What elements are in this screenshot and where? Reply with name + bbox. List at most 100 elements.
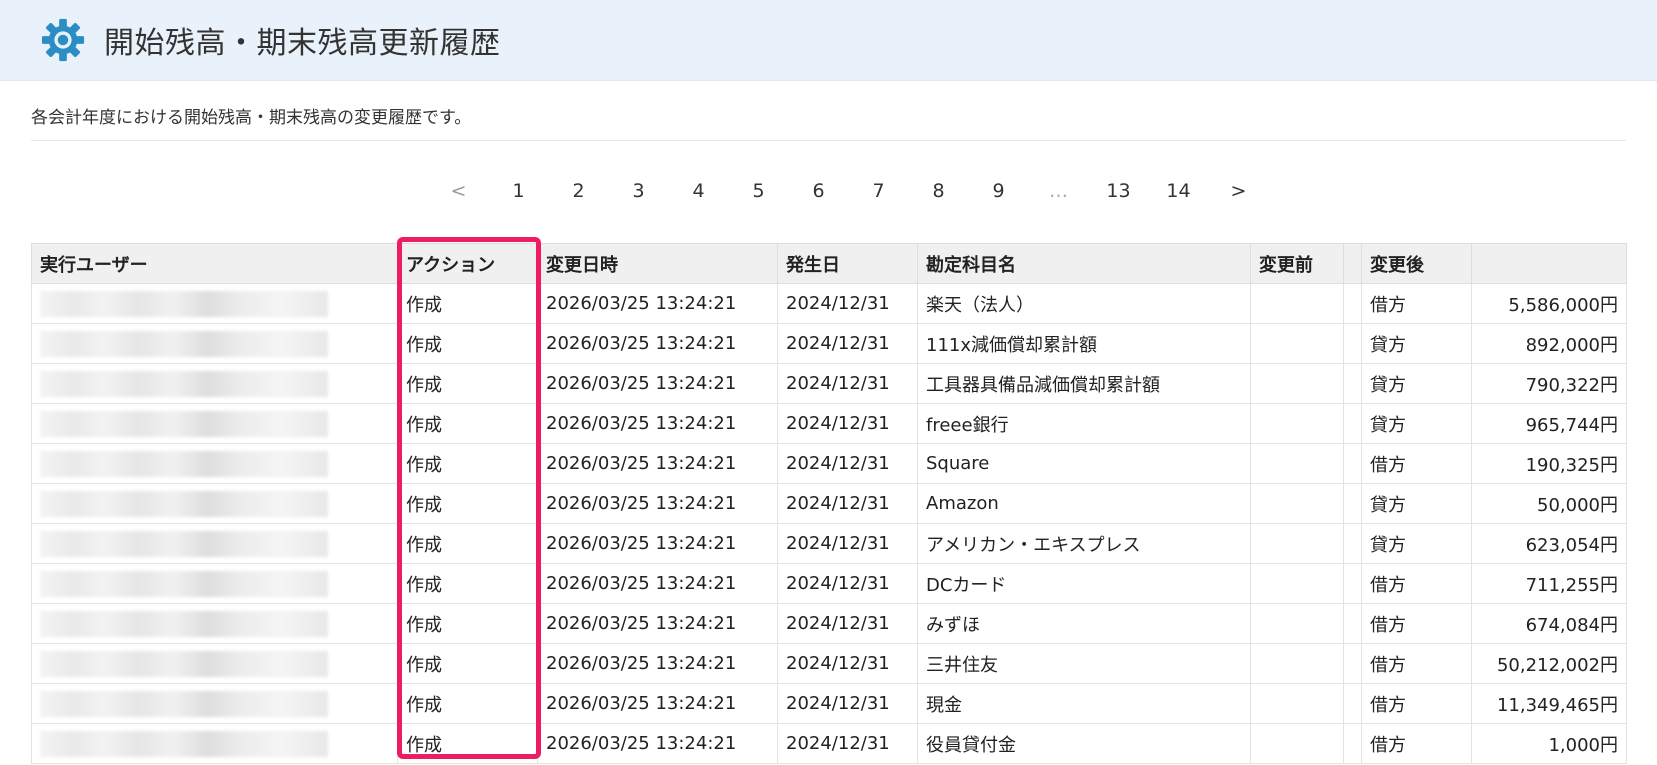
cell-datetime: 2026/03/25 13:24:21 <box>537 643 778 684</box>
cell-datetime: 2026/03/25 13:24:21 <box>537 443 778 484</box>
table-row: 作成 2026/03/25 13:24:21 2024/12/31 みずほ 借方 674,… <box>31 603 1627 644</box>
cell-before-sub <box>1343 483 1362 524</box>
col-header-date: 発生日 <box>777 243 918 284</box>
cell-user <box>31 323 398 364</box>
cell-date: 2024/12/31 <box>777 323 918 364</box>
col-header-user: 実行ユーザー <box>31 243 398 284</box>
redacted-user-name <box>40 330 328 357</box>
cell-before <box>1250 523 1344 564</box>
cell-date: 2024/12/31 <box>777 443 918 484</box>
redacted-user-name <box>40 410 328 437</box>
cell-datetime: 2026/03/25 13:24:21 <box>537 363 778 404</box>
cell-side: 借方 <box>1361 443 1472 484</box>
cell-date: 2024/12/31 <box>777 483 918 524</box>
col-header-datetime: 変更日時 <box>537 243 778 284</box>
cell-before <box>1250 683 1344 724</box>
cell-user <box>31 683 398 724</box>
cell-user <box>31 563 398 604</box>
cell-user <box>31 443 398 484</box>
cell-before-sub <box>1343 323 1362 364</box>
col-header-account: 勘定科目名 <box>917 243 1251 284</box>
table-row: 作成 2026/03/25 13:24:21 2024/12/31 工具器具備品減価償… <box>31 363 1627 404</box>
cell-amount: 965,744円 <box>1471 403 1627 444</box>
table-row: 作成 2026/03/25 13:24:21 2024/12/31 現金 借方 11,34… <box>31 683 1627 724</box>
cell-side: 借方 <box>1361 643 1472 684</box>
cell-account: Square <box>917 443 1251 484</box>
cell-account: 現金 <box>917 683 1251 724</box>
pagination-page-8[interactable]: 8 <box>909 180 969 202</box>
cell-side: 借方 <box>1361 563 1472 604</box>
cell-date: 2024/12/31 <box>777 563 918 604</box>
cell-action: 作成 <box>397 403 538 444</box>
cell-before <box>1250 483 1344 524</box>
cell-date: 2024/12/31 <box>777 403 918 444</box>
pagination-page-6[interactable]: 6 <box>789 180 849 202</box>
history-table: 実行ユーザー アクション 変更日時 発生日 勘定科目名 変更前 変更後 作成 20… <box>31 243 1627 764</box>
cell-before <box>1250 563 1344 604</box>
table-row: 作成 2026/03/25 13:24:21 2024/12/31 アメリカン・エキス… <box>31 523 1627 564</box>
cell-action: 作成 <box>397 323 538 364</box>
pagination-page-14[interactable]: 14 <box>1149 180 1209 202</box>
cell-before-sub <box>1343 683 1362 724</box>
pagination-page-2[interactable]: 2 <box>549 180 609 202</box>
table-header-row: 実行ユーザー アクション 変更日時 発生日 勘定科目名 変更前 変更後 <box>31 243 1627 284</box>
pagination-page-4[interactable]: 4 <box>669 180 729 202</box>
cell-account: 楽天（法人） <box>917 283 1251 324</box>
cell-before-sub <box>1343 723 1362 764</box>
cell-before <box>1250 723 1344 764</box>
pagination-page-13[interactable]: 13 <box>1089 180 1149 202</box>
cell-amount: 790,322円 <box>1471 363 1627 404</box>
cell-before-sub <box>1343 403 1362 444</box>
cell-amount: 1,000円 <box>1471 723 1627 764</box>
pagination-ellipsis: … <box>1049 180 1068 202</box>
cell-side: 貸方 <box>1361 523 1472 564</box>
cell-date: 2024/12/31 <box>777 643 918 684</box>
cell-side: 貸方 <box>1361 403 1472 444</box>
col-header-before-sub <box>1343 243 1362 284</box>
cell-action: 作成 <box>397 443 538 484</box>
main-content: 各会計年度における開始残高・期末残高の変更履歴です。 < 1 2 3 4 5 6… <box>0 81 1657 764</box>
cell-date: 2024/12/31 <box>777 683 918 724</box>
table-row: 作成 2026/03/25 13:24:21 2024/12/31 111x減価償却累… <box>31 323 1627 364</box>
pagination: < 1 2 3 4 5 6 7 8 9 … 13 14 > <box>31 171 1626 211</box>
cell-user <box>31 363 398 404</box>
redacted-user-name <box>40 370 328 397</box>
cell-datetime: 2026/03/25 13:24:21 <box>537 723 778 764</box>
pagination-page-5[interactable]: 5 <box>729 180 789 202</box>
cell-datetime: 2026/03/25 13:24:21 <box>537 283 778 324</box>
redacted-user-name <box>40 650 328 677</box>
pagination-page-7[interactable]: 7 <box>849 180 909 202</box>
cell-user <box>31 603 398 644</box>
pagination-next-button[interactable]: > <box>1209 180 1269 202</box>
cell-account: Amazon <box>917 483 1251 524</box>
cell-before <box>1250 283 1344 324</box>
cell-user <box>31 483 398 524</box>
cell-datetime: 2026/03/25 13:24:21 <box>537 603 778 644</box>
pagination-page-9[interactable]: 9 <box>969 180 1029 202</box>
table-row: 作成 2026/03/25 13:24:21 2024/12/31 DCカード 借方 71… <box>31 563 1627 604</box>
cell-user <box>31 523 398 564</box>
redacted-user-name <box>40 690 328 717</box>
table-row: 作成 2026/03/25 13:24:21 2024/12/31 Amazon 貸方 5… <box>31 483 1627 524</box>
cell-before-sub <box>1343 563 1362 604</box>
cell-side: 借方 <box>1361 683 1472 724</box>
cell-side: 借方 <box>1361 283 1472 324</box>
col-header-after: 変更後 <box>1361 243 1472 284</box>
cell-side: 借方 <box>1361 723 1472 764</box>
cell-side: 貸方 <box>1361 323 1472 364</box>
table-row: 作成 2026/03/25 13:24:21 2024/12/31 三井住友 借方 50,… <box>31 643 1627 684</box>
cell-user <box>31 723 398 764</box>
cell-before <box>1250 363 1344 404</box>
cell-amount: 190,325円 <box>1471 443 1627 484</box>
cell-account: 三井住友 <box>917 643 1251 684</box>
redacted-user-name <box>40 290 328 317</box>
table-row: 作成 2026/03/25 13:24:21 2024/12/31 Square 借方 1… <box>31 443 1627 484</box>
page-header: 開始残高・期末残高更新履歴 <box>0 0 1657 81</box>
cell-action: 作成 <box>397 723 538 764</box>
cell-side: 貸方 <box>1361 483 1472 524</box>
pagination-prev-button[interactable]: < <box>429 180 489 202</box>
cell-amount: 50,212,002円 <box>1471 643 1627 684</box>
cell-account: みずほ <box>917 603 1251 644</box>
pagination-page-3[interactable]: 3 <box>609 180 669 202</box>
pagination-page-1[interactable]: 1 <box>489 180 549 202</box>
